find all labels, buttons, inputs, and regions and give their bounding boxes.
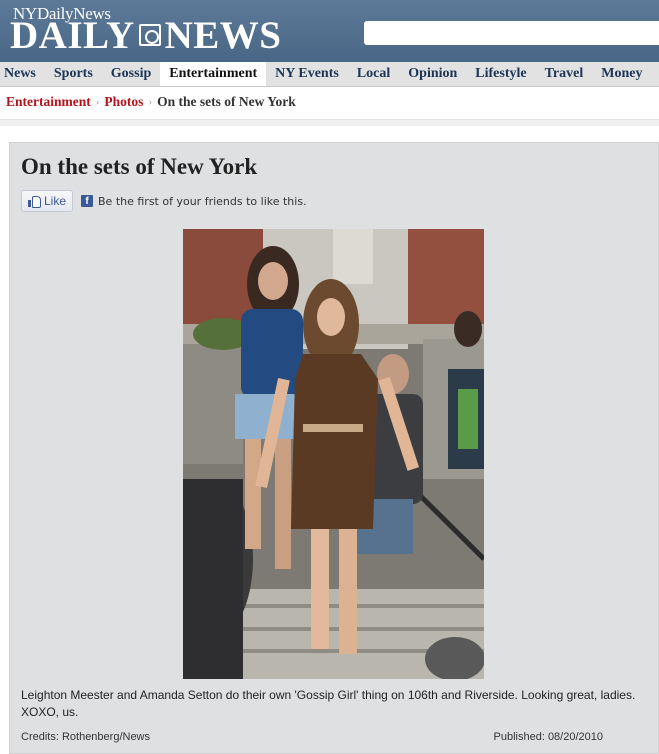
brand-logo[interactable]: DAILY NEWS bbox=[10, 13, 282, 57]
photo-illustration bbox=[183, 229, 484, 679]
like-button-label: Like bbox=[44, 194, 67, 208]
facebook-icon: f bbox=[81, 195, 94, 207]
nav-item-ny-events[interactable]: NY Events bbox=[266, 62, 348, 86]
like-button[interactable]: Like bbox=[21, 190, 74, 212]
divider bbox=[0, 119, 659, 126]
nav-item-sports[interactable]: Sports bbox=[45, 62, 102, 86]
photo-credits: Credits: Rothenberg/News bbox=[21, 731, 151, 743]
breadcrumb: Entertainment › Photos › On the sets of … bbox=[6, 94, 296, 110]
photo-gallery-panel: On the sets of New York Like f Be the fi… bbox=[9, 142, 659, 754]
search-input[interactable] bbox=[364, 21, 659, 45]
nav-item-lifestyle[interactable]: Lifestyle bbox=[466, 62, 535, 86]
breadcrumb-separator-icon: › bbox=[95, 96, 100, 108]
brand-seal-icon bbox=[138, 24, 161, 46]
brand-logo-right: NEWS bbox=[164, 13, 282, 57]
published-date: Published: 08/20/2010 bbox=[493, 731, 603, 743]
photo-caption: Leighton Meester and Amanda Setton do th… bbox=[21, 688, 636, 719]
brand-logo-left: DAILY bbox=[10, 13, 135, 57]
social-text: Be the first of your friends to like thi… bbox=[98, 194, 307, 208]
gallery-photo[interactable] bbox=[183, 229, 484, 679]
nav-item-money[interactable]: Money bbox=[592, 62, 651, 86]
nav-item-entertainment[interactable]: Entertainment bbox=[160, 62, 267, 86]
nav-item-local[interactable]: Local bbox=[348, 62, 399, 86]
masthead: NYDailyNews DAILY NEWS bbox=[0, 0, 659, 62]
breadcrumb-entertainment[interactable]: Entertainment bbox=[6, 94, 91, 110]
nav-item-travel[interactable]: Travel bbox=[536, 62, 593, 86]
nav-item-news[interactable]: News bbox=[0, 62, 45, 86]
thumbs-up-icon bbox=[28, 195, 41, 208]
page-title: On the sets of New York bbox=[21, 154, 258, 179]
main-nav: News Sports Gossip Entertainment NY Even… bbox=[0, 62, 659, 87]
facebook-like-row: Like f Be the first of your friends to l… bbox=[21, 190, 307, 212]
breadcrumb-current: On the sets of New York bbox=[157, 94, 296, 109]
breadcrumb-separator-icon: › bbox=[148, 96, 153, 108]
nav-item-truncated[interactable]: T bbox=[651, 62, 659, 86]
nav-item-gossip[interactable]: Gossip bbox=[102, 62, 160, 86]
breadcrumb-photos[interactable]: Photos bbox=[104, 94, 143, 110]
nav-item-opinion[interactable]: Opinion bbox=[399, 62, 466, 86]
